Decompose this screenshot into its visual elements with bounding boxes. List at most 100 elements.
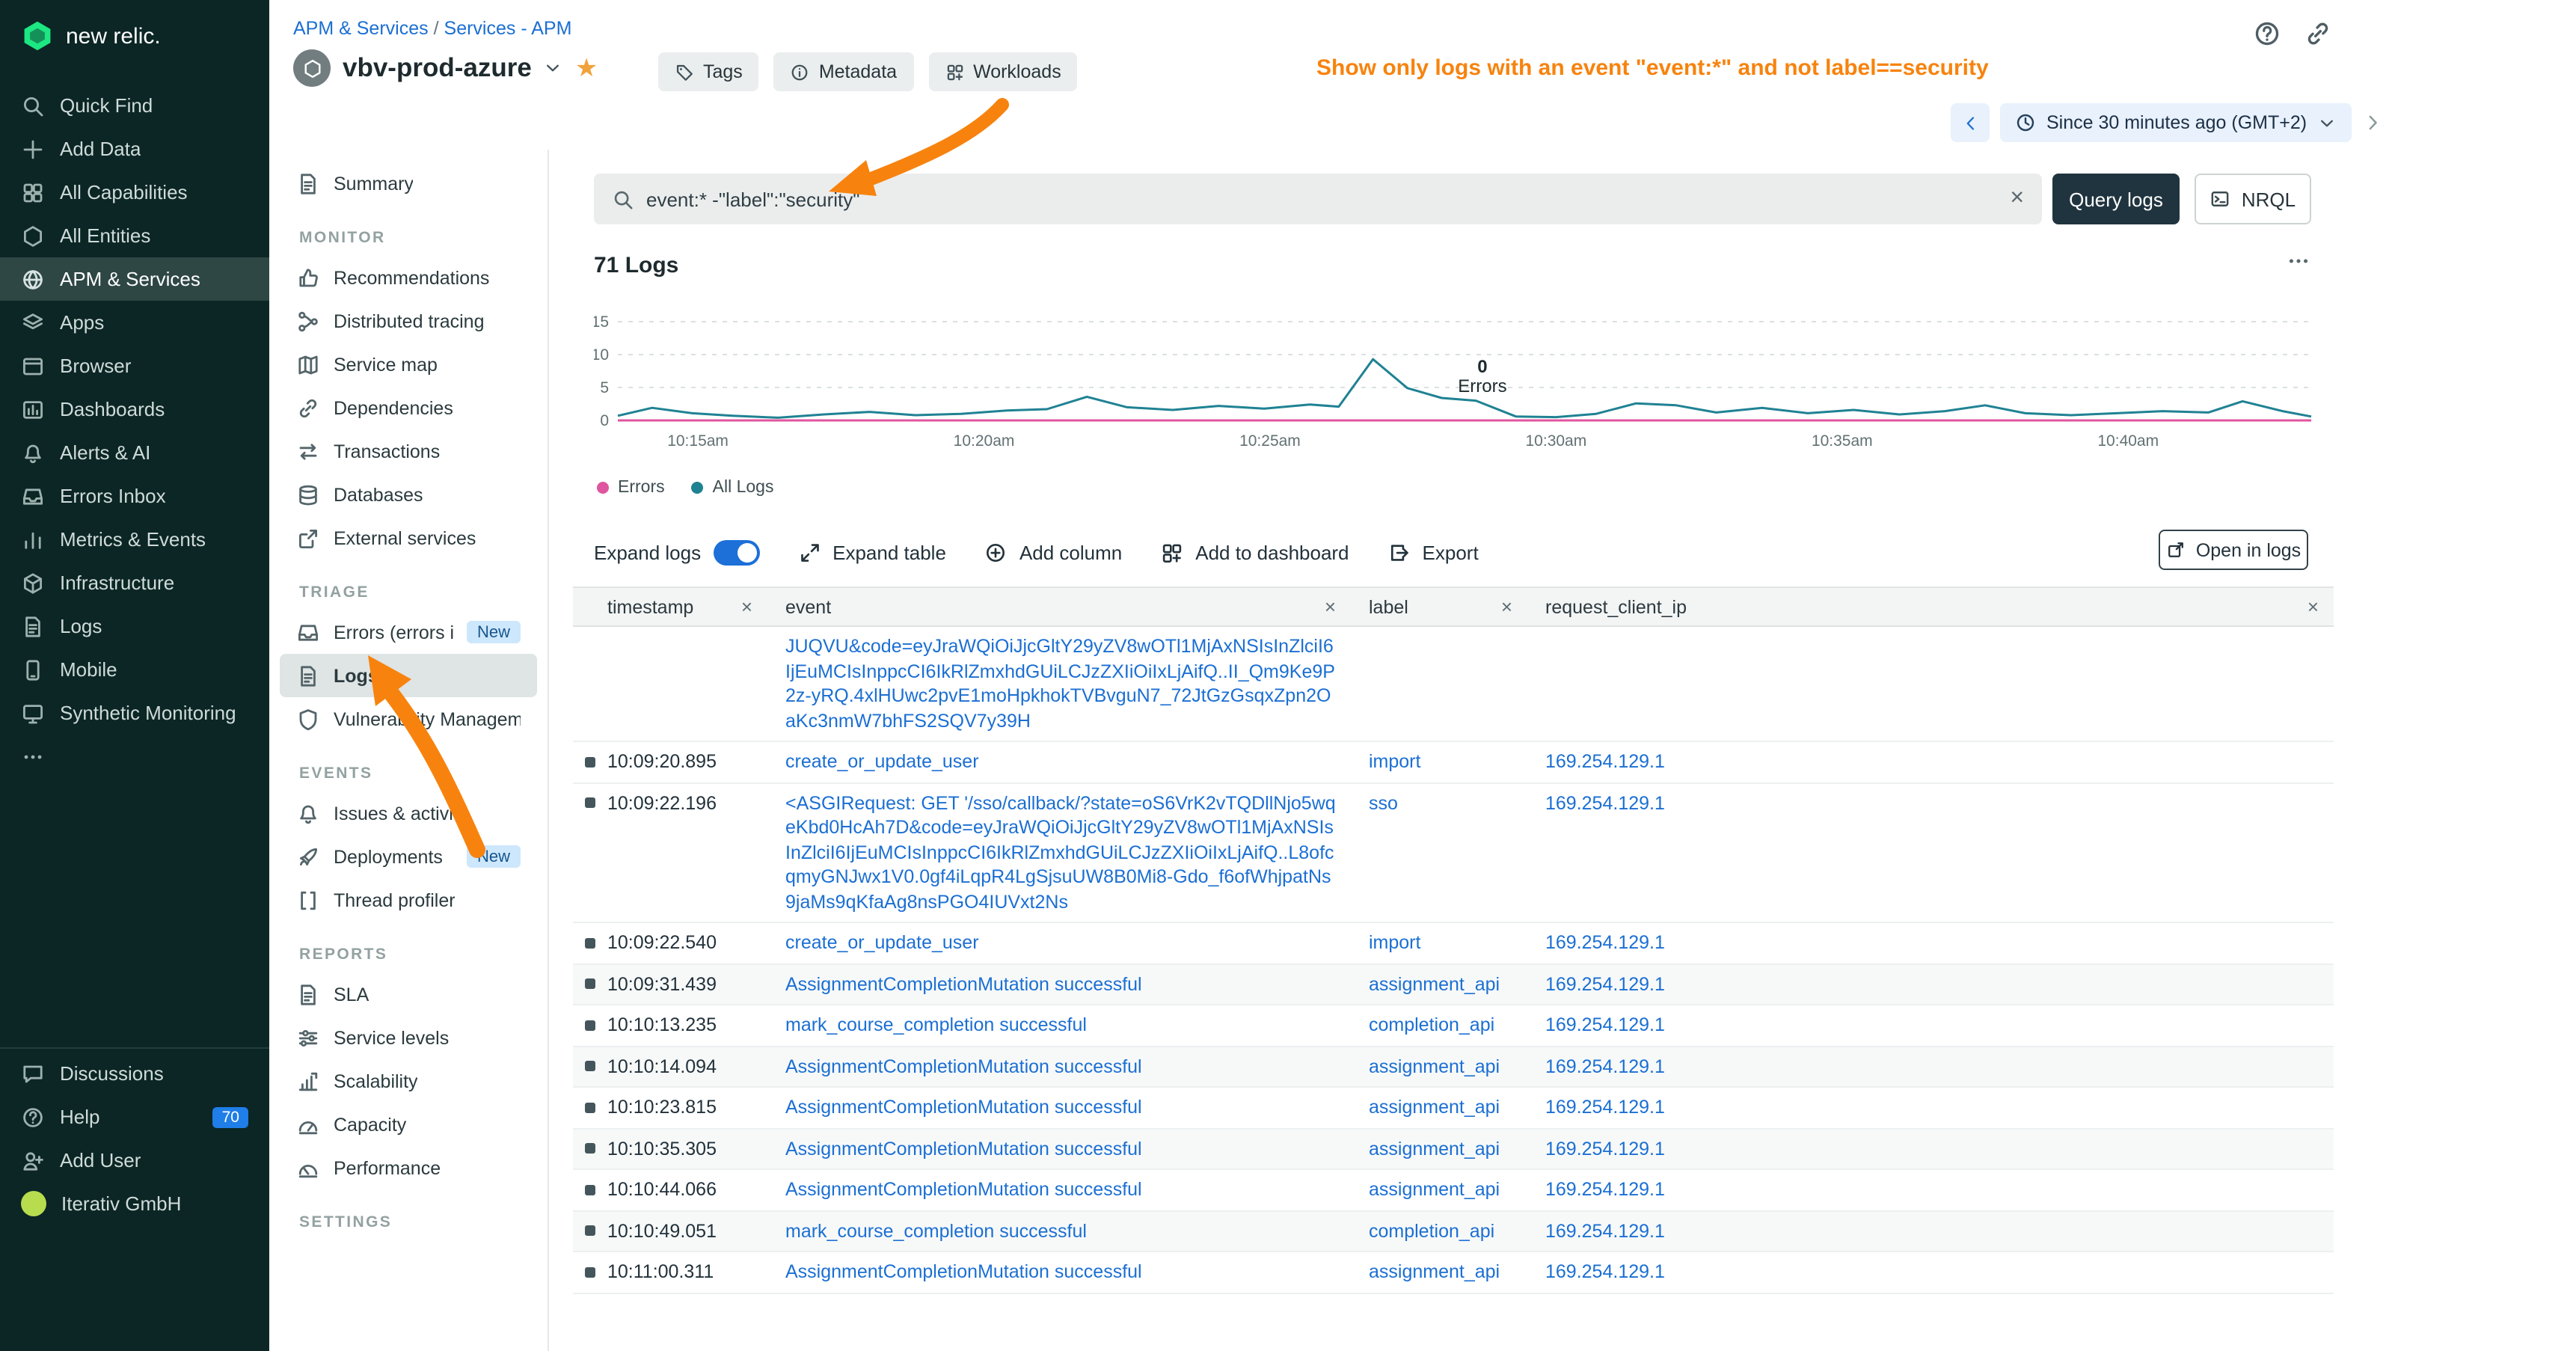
secondary-nav-item[interactable]: Vulnerability Management: [280, 697, 537, 741]
secondary-nav-item[interactable]: Logs: [280, 654, 537, 697]
log-ip-link[interactable]: 169.254.129.1: [1545, 1014, 1665, 1035]
primary-nav-item[interactable]: Help 70: [0, 1095, 269, 1139]
secondary-nav-item[interactable]: External services: [280, 516, 537, 560]
expand-logs-toggle[interactable]: [713, 539, 759, 565]
table-row[interactable]: 10:10:49.051 mark_course_completion succ…: [573, 1211, 2334, 1252]
secondary-nav-item[interactable]: Transactions: [280, 429, 537, 473]
secondary-nav-item[interactable]: Scalability: [280, 1059, 537, 1103]
primary-nav-item[interactable]: APM & Services: [0, 257, 269, 301]
primary-nav-item[interactable]: Add Data: [0, 127, 269, 171]
time-back-button[interactable]: [1951, 103, 1990, 142]
column-header[interactable]: timestamp ×: [573, 588, 767, 625]
log-event-link[interactable]: AssignmentCompletionMutation successful: [785, 1138, 1142, 1159]
more-options-icon[interactable]: [2286, 248, 2311, 274]
permalink-icon[interactable]: [2304, 19, 2332, 48]
table-row[interactable]: 10:10:35.305 AssignmentCompletionMutatio…: [573, 1129, 2334, 1170]
log-label-link[interactable]: completion_api: [1369, 1220, 1494, 1241]
primary-nav-item[interactable]: Errors Inbox: [0, 474, 269, 518]
entity-action-button[interactable]: Workloads: [928, 52, 1078, 91]
secondary-nav-item[interactable]: Service levels: [280, 1016, 537, 1059]
table-row[interactable]: 10:09:22.540 create_or_update_user impor…: [573, 923, 2334, 964]
favorite-star-icon[interactable]: ★: [575, 55, 598, 81]
time-forward-button[interactable]: [2362, 112, 2383, 133]
secondary-nav-item[interactable]: Capacity: [280, 1103, 537, 1146]
column-header[interactable]: event ×: [767, 588, 1351, 625]
log-label-link[interactable]: assignment_api: [1369, 1261, 1500, 1282]
query-logs-button[interactable]: Query logs: [2052, 174, 2180, 224]
log-label-link[interactable]: import: [1369, 932, 1420, 953]
log-ip-link[interactable]: 169.254.129.1: [1545, 1261, 1665, 1282]
primary-nav-item[interactable]: Discussions: [0, 1052, 269, 1095]
new-relic-logo[interactable]: new relic.: [0, 0, 269, 72]
log-ip-link[interactable]: 169.254.129.1: [1545, 792, 1665, 813]
table-row[interactable]: 10:09:31.439 AssignmentCompletionMutatio…: [573, 964, 2334, 1005]
entity-action-button[interactable]: Metadata: [774, 52, 913, 91]
log-event-link[interactable]: mark_course_completion successful: [785, 1014, 1087, 1035]
logs-query-input[interactable]: [646, 188, 1998, 210]
log-ip-link[interactable]: 169.254.129.1: [1545, 973, 1665, 994]
table-row[interactable]: 10:10:44.066 AssignmentCompletionMutatio…: [573, 1170, 2334, 1211]
primary-nav-item[interactable]: [0, 735, 269, 778]
remove-column-icon[interactable]: ×: [1313, 597, 1336, 616]
log-event-link[interactable]: create_or_update_user: [785, 932, 979, 953]
secondary-nav-item[interactable]: Databases: [280, 473, 537, 516]
secondary-nav-item[interactable]: Recommendations: [280, 256, 537, 299]
primary-nav-item[interactable]: Metrics & Events: [0, 518, 269, 561]
table-row[interactable]: 10:11:00.311 AssignmentCompletionMutatio…: [573, 1252, 2334, 1293]
log-ip-link[interactable]: 169.254.129.1: [1545, 751, 1665, 772]
time-picker[interactable]: Since 30 minutes ago (GMT+2): [2000, 103, 2352, 142]
remove-column-icon[interactable]: ×: [1489, 597, 1512, 616]
log-ip-link[interactable]: 169.254.129.1: [1545, 1179, 1665, 1200]
nrql-button[interactable]: NRQL: [2195, 174, 2311, 224]
log-event-link[interactable]: AssignmentCompletionMutation successful: [785, 1097, 1142, 1118]
secondary-nav-item[interactable]: Issues & activity: [280, 791, 537, 835]
secondary-nav-item[interactable]: Distributed tracing: [280, 299, 537, 343]
remove-column-icon[interactable]: ×: [729, 597, 752, 616]
log-event-link[interactable]: AssignmentCompletionMutation successful: [785, 1179, 1142, 1200]
primary-nav-item[interactable]: Apps: [0, 301, 269, 344]
log-ip-link[interactable]: 169.254.129.1: [1545, 1138, 1665, 1159]
expand-logs-control[interactable]: Expand logs: [594, 539, 759, 565]
primary-nav-item[interactable]: Logs: [0, 604, 269, 648]
legend-item[interactable]: All Logs: [692, 479, 774, 497]
table-row[interactable]: 10:10:14.094 AssignmentCompletionMutatio…: [573, 1047, 2334, 1088]
secondary-nav-item[interactable]: Summary: [280, 162, 537, 205]
primary-nav-item[interactable]: Add User: [0, 1139, 269, 1182]
open-in-logs-button[interactable]: Open in logs: [2159, 530, 2308, 570]
table-row[interactable]: 10:09:20.895 create_or_update_user impor…: [573, 742, 2334, 783]
primary-nav-item[interactable]: Quick Find: [0, 84, 269, 127]
secondary-nav-item[interactable]: Dependencies: [280, 386, 537, 429]
secondary-nav-item[interactable]: Thread profiler: [280, 878, 537, 922]
log-label-link[interactable]: import: [1369, 751, 1420, 772]
column-header[interactable]: request_client_ip ×: [1527, 588, 2334, 625]
clear-query-icon[interactable]: ×: [2010, 187, 2024, 211]
entity-action-button[interactable]: Tags: [658, 52, 759, 91]
expand-table-button[interactable]: Expand table: [798, 541, 946, 563]
breadcrumb-link-apm[interactable]: APM & Services: [293, 18, 429, 39]
secondary-nav-item[interactable]: SLA: [280, 972, 537, 1016]
primary-nav-item[interactable]: Dashboards: [0, 387, 269, 431]
legend-item[interactable]: Errors: [597, 479, 665, 497]
primary-nav-item[interactable]: Infrastructure: [0, 561, 269, 604]
table-row[interactable]: 10:10:23.815 AssignmentCompletionMutatio…: [573, 1088, 2334, 1129]
log-event-link[interactable]: mark_course_completion successful: [785, 1220, 1087, 1241]
table-row[interactable]: 10:09:22.196 <ASGIRequest: GET '/sso/cal…: [573, 783, 2334, 923]
add-to-dashboard-button[interactable]: Add to dashboard: [1161, 541, 1349, 563]
add-column-button[interactable]: Add column: [985, 541, 1122, 563]
logs-query-box[interactable]: ×: [594, 174, 2042, 224]
log-label-link[interactable]: assignment_api: [1369, 973, 1500, 994]
log-label-link[interactable]: assignment_api: [1369, 1056, 1500, 1076]
log-event-link[interactable]: JUQVU&code=eyJraWQiOiJjcGltY29yZV8wOTl1M…: [785, 636, 1335, 731]
secondary-nav-item[interactable]: Performance: [280, 1146, 537, 1189]
log-label-link[interactable]: assignment_api: [1369, 1179, 1500, 1200]
column-header[interactable]: label ×: [1351, 588, 1527, 625]
log-ip-link[interactable]: 169.254.129.1: [1545, 932, 1665, 953]
remove-column-icon[interactable]: ×: [2296, 597, 2319, 616]
help-icon[interactable]: [2253, 19, 2281, 48]
log-label-link[interactable]: completion_api: [1369, 1014, 1494, 1035]
log-event-link[interactable]: AssignmentCompletionMutation successful: [785, 973, 1142, 994]
primary-nav-item[interactable]: Alerts & AI: [0, 431, 269, 474]
primary-nav-item[interactable]: Mobile: [0, 648, 269, 691]
log-ip-link[interactable]: 169.254.129.1: [1545, 1056, 1665, 1076]
secondary-nav-item[interactable]: Errors (errors inb... New: [280, 610, 537, 654]
